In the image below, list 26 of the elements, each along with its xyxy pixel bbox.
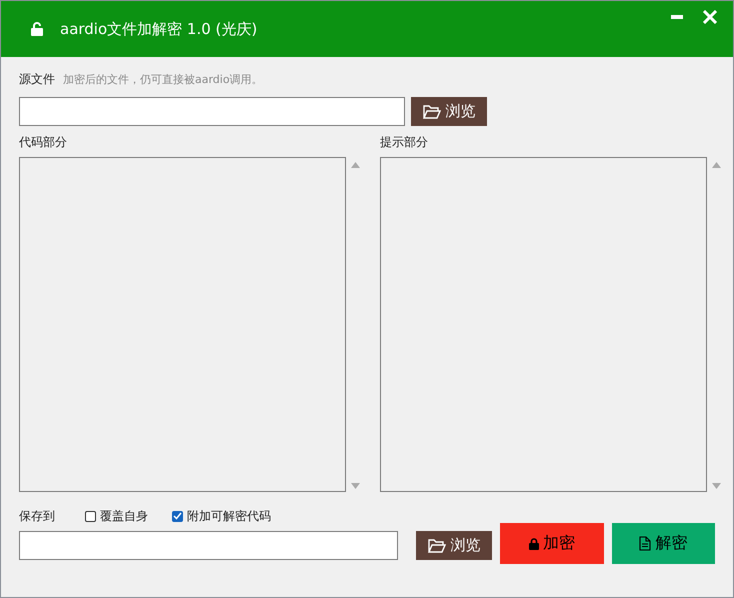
- browse-button[interactable]: 浏览: [411, 97, 487, 126]
- scroll-down-icon[interactable]: [350, 483, 360, 489]
- padlock-icon: [528, 538, 539, 550]
- unlocked-padlock-icon: [31, 22, 43, 36]
- source-file-field[interactable]: [19, 97, 405, 126]
- checkbox[interactable]: [172, 510, 183, 522]
- decrypt-button[interactable]: 解密: [612, 523, 715, 564]
- field-label: 保存到: [19, 508, 55, 524]
- scroll-up-icon[interactable]: [350, 162, 360, 168]
- scroll-up-icon[interactable]: [712, 162, 720, 168]
- browse-button[interactable]: 浏览: [416, 531, 492, 560]
- pane-label: 代码部分: [19, 134, 68, 151]
- encrypt-button[interactable]: 加密: [500, 523, 604, 564]
- scroll-down-icon[interactable]: [712, 483, 720, 489]
- document-icon: [639, 536, 652, 551]
- pane-label: 提示部分: [380, 134, 429, 151]
- hint-text: 加密后的文件，仍可直接被aardio调用。: [63, 72, 263, 87]
- checkbox[interactable]: [85, 510, 96, 522]
- save-path-field[interactable]: [19, 531, 398, 560]
- field-label: 源文件: [19, 71, 55, 88]
- checkbox-label: 附加可解密代码: [187, 508, 271, 524]
- close-icon[interactable]: [703, 10, 717, 24]
- window-title: aardio文件加解密 1.0 (光庆): [60, 20, 258, 38]
- folder-icon: [422, 104, 440, 118]
- checkbox-label: 覆盖自身: [100, 508, 148, 524]
- folder-icon: [428, 538, 446, 552]
